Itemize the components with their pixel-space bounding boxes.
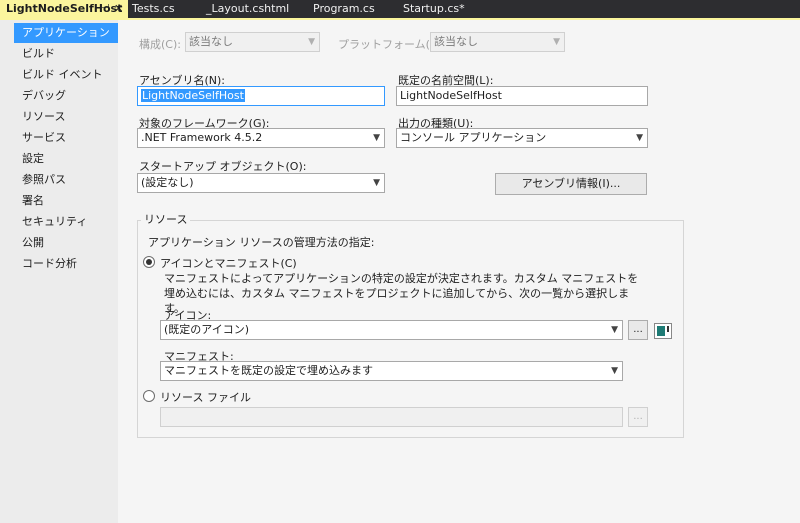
sidebar-item-security[interactable]: セキュリティ [0,212,118,232]
icon-preview-icon [654,323,672,339]
document-tab-bar: LightNodeSelfHost ⊣ ✕ Tests.cs _Layout.c… [0,0,800,18]
sidebar-item-build-events[interactable]: ビルド イベント [0,65,118,85]
sidebar-item-resources[interactable]: リソース [0,107,118,127]
sidebar-item-services[interactable]: サービス [0,128,118,148]
manifest-description: マニフェストによってアプリケーションの特定の設定が決定されます。カスタム マニフ… [164,272,639,315]
manifest-dropdown[interactable]: マニフェストを既定の設定で埋め込みます ▼ [160,361,623,381]
chevron-down-icon: ▼ [308,37,315,47]
chevron-down-icon: ▼ [636,133,643,143]
resources-instruction: アプリケーション リソースの管理方法の指定: [148,236,375,249]
config-label: 構成(C): [139,38,181,51]
tab-program-cs[interactable]: Program.cs [313,0,375,18]
sidebar-item-publish[interactable]: 公開 [0,233,118,253]
chevron-down-icon: ▼ [611,325,618,335]
project-properties-sidebar: アプリケーション ビルド ビルド イベント デバッグ リソース サービス 設定 … [0,20,118,523]
resource-file-browse-button[interactable]: ... [628,407,648,427]
platform-value: 該当なし [434,35,478,48]
sidebar-item-reference-paths[interactable]: 参照パス [0,170,118,190]
icon-manifest-radio-label[interactable]: アイコンとマニフェスト(C) [160,255,297,271]
default-namespace-value: LightNodeSelfHost [400,89,502,102]
target-framework-dropdown[interactable]: .NET Framework 4.5.2 ▼ [137,128,385,148]
output-type-dropdown[interactable]: コンソール アプリケーション ▼ [396,128,648,148]
sidebar-item-signing[interactable]: 署名 [0,191,118,211]
tab-tests-cs[interactable]: Tests.cs [132,0,175,18]
icon-browse-button[interactable]: ... [628,320,648,340]
startup-object-dropdown[interactable]: (設定なし) ▼ [137,173,385,193]
config-value: 該当なし [189,35,233,48]
resource-file-radio[interactable] [143,390,155,402]
resource-file-input[interactable] [160,407,623,427]
close-icon[interactable]: ✕ [114,0,123,18]
target-framework-value: .NET Framework 4.5.2 [141,131,263,144]
icon-manifest-radio[interactable] [143,256,155,268]
chevron-down-icon: ▼ [373,133,380,143]
assembly-info-button[interactable]: アセンブリ情報(I)... [495,173,647,195]
pin-icon[interactable]: ⊣ [101,0,110,18]
manifest-value: マニフェストを既定の設定で埋め込みます [164,364,373,377]
chevron-down-icon: ▼ [553,37,560,47]
icon-dropdown[interactable]: (既定のアイコン) ▼ [160,320,623,340]
assembly-name-value: LightNodeSelfHost [141,89,245,102]
startup-object-value: (設定なし) [141,176,194,189]
sidebar-item-code-analysis[interactable]: コード分析 [0,254,118,274]
chevron-down-icon: ▼ [611,366,618,376]
startup-object-label: スタートアップ オブジェクト(O): [139,160,307,173]
platform-dropdown[interactable]: 該当なし ▼ [430,32,565,52]
sidebar-item-debug[interactable]: デバッグ [0,86,118,106]
resources-group-title: リソース [141,211,191,227]
default-namespace-input[interactable]: LightNodeSelfHost [396,86,648,106]
radio-selected-dot [146,259,152,265]
tab-startup-cs[interactable]: Startup.cs* [403,0,465,18]
icon-value: (既定のアイコン) [164,323,250,336]
sidebar-item-application[interactable]: アプリケーション [14,23,118,43]
resource-file-radio-label[interactable]: リソース ファイル [160,389,251,405]
assembly-name-input[interactable]: LightNodeSelfHost [137,86,385,106]
tab-underline [0,18,800,20]
sidebar-item-build[interactable]: ビルド [0,44,118,64]
chevron-down-icon: ▼ [373,178,380,188]
sidebar-item-settings[interactable]: 設定 [0,149,118,169]
output-type-value: コンソール アプリケーション [400,131,547,144]
tab-layout-cshtml[interactable]: _Layout.cshtml [206,0,289,18]
config-dropdown[interactable]: 該当なし ▼ [185,32,320,52]
